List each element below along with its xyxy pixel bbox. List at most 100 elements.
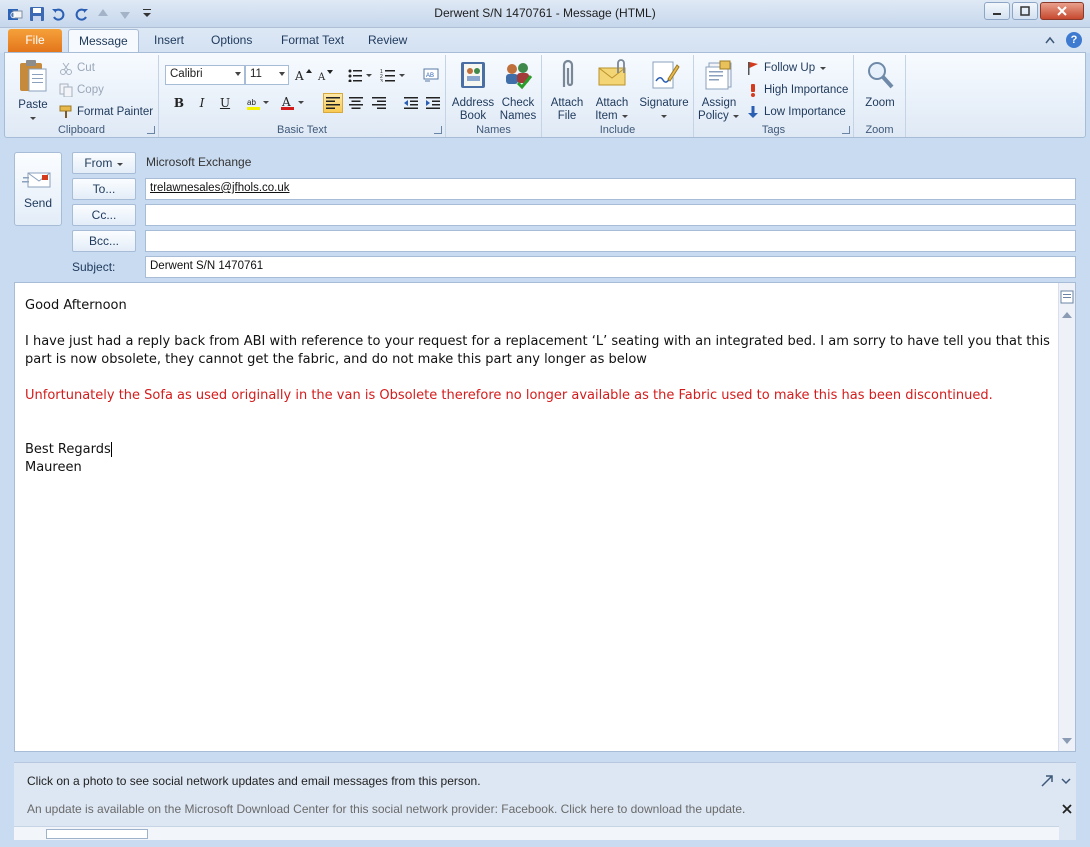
zoom-group: Zoom Zoom [854,55,906,137]
paste-button[interactable]: Paste [13,59,53,125]
decrease-indent-button[interactable] [401,93,421,113]
basic-text-dialog-launcher[interactable] [434,126,442,134]
font-color-button[interactable]: A [279,93,307,113]
collapse-ribbon-icon[interactable] [1042,32,1058,48]
follow-up-button[interactable]: Follow Up [746,59,827,77]
bullets-icon [348,69,372,82]
to-button[interactable]: To... [72,178,136,200]
address-book-button[interactable]: Address Book [450,59,496,123]
high-importance-label: High Importance [764,84,849,96]
attach-item-label-2: Item [590,110,634,123]
assign-policy-label-2-text: Policy [698,110,729,122]
align-right-button[interactable] [369,93,389,113]
tab-file[interactable]: File [8,29,62,53]
close-button[interactable] [1040,2,1084,20]
align-left-button[interactable] [323,93,343,113]
font-name-value: Calibri [170,68,203,80]
scroll-thumb[interactable] [46,829,148,839]
tab-message[interactable]: Message [68,29,139,53]
bcc-button[interactable]: Bcc... [72,230,136,252]
align-left-icon [326,97,340,109]
styles-button[interactable]: AB [421,65,441,85]
tab-insert[interactable]: Insert [144,29,194,53]
address-book-label-2: Book [459,110,487,122]
pane-chevron-down-icon[interactable] [1060,775,1072,787]
horizontal-scrollbar[interactable] [14,826,1059,840]
tags-dialog-launcher[interactable] [842,126,850,134]
expand-pane-icon[interactable] [1040,774,1054,788]
bcc-field[interactable] [145,230,1076,252]
check-names-label-2: Names [499,110,537,122]
dismiss-notification-icon[interactable] [1061,803,1073,815]
underline-button[interactable]: U [215,93,235,113]
copy-icon [59,83,73,97]
signature-button[interactable]: Signature [636,59,692,123]
scroll-down-icon[interactable] [1059,735,1075,747]
address-book-label-1: Address [451,97,495,109]
font-size-dropdown-icon[interactable] [279,72,285,79]
check-names-button[interactable]: Check Names [496,59,540,123]
grow-font-button[interactable]: A [293,65,313,85]
subject-label: Subject: [72,260,116,274]
svg-text:AB: AB [426,73,434,79]
tab-review[interactable]: Review [358,29,417,53]
font-size-box[interactable]: 11 [245,65,289,85]
tab-format-text[interactable]: Format Text [271,29,354,53]
signature-name: Maureen [25,460,82,475]
clipboard-group: Paste Cut Copy Format Painter Clipboard [5,55,159,137]
copy-button[interactable]: Copy [59,81,104,99]
message-body-text[interactable]: Good Afternoon I have just had a reply b… [25,297,1055,477]
highlight-button[interactable]: ab [245,93,271,113]
signature-icon [652,61,680,89]
help-icon[interactable]: ? [1066,32,1082,48]
ruler-toggle-icon[interactable] [1059,289,1075,305]
maximize-button[interactable] [1012,2,1038,20]
minimize-button[interactable] [984,2,1010,20]
font-name-box[interactable]: Calibri [165,65,245,85]
from-button[interactable]: From [72,152,136,174]
attach-item-button[interactable]: Attach Item [590,59,634,123]
shrink-font-button[interactable]: A [315,65,335,85]
format-painter-button[interactable]: Format Painter [59,103,153,121]
message-body[interactable]: Good Afternoon I have just had a reply b… [14,282,1076,752]
body-paragraph: I have just had a reply back from ABI wi… [25,334,1050,367]
zoom-label: Zoom [865,97,895,109]
include-group: Attach File Attach Item Signature Includ… [542,55,694,137]
to-field[interactable]: trelawnesales@jfhols.co.uk [145,178,1076,200]
assign-policy-label-2: Policy [696,110,742,123]
format-painter-label: Format Painter [77,106,154,118]
bold-button[interactable]: B [169,93,189,113]
cc-field[interactable] [145,204,1076,226]
font-dropdown-icon[interactable] [235,72,241,79]
assign-policy-label-1: Assign [701,97,737,109]
scissors-icon [60,62,72,75]
assign-policy-button[interactable]: Assign Policy [696,59,742,123]
attach-file-button[interactable]: Attach File [546,59,588,123]
scroll-up-icon[interactable] [1059,309,1075,321]
zoom-button[interactable]: Zoom [858,59,902,110]
subject-field[interactable]: Derwent S/N 1470761 [145,256,1076,278]
numbering-button[interactable]: 123 [379,65,407,85]
italic-button[interactable]: I [192,93,212,113]
svg-text:A: A [281,95,291,109]
minimize-icon [993,13,1001,15]
names-group-label: Names [476,124,511,136]
bullets-button[interactable] [347,65,373,85]
align-center-icon [349,97,363,109]
cc-button[interactable]: Cc... [72,204,136,226]
cut-button[interactable]: Cut [59,59,95,77]
text-cursor [110,442,112,457]
send-button[interactable]: Send [14,152,62,226]
svg-text:A: A [317,72,326,82]
vertical-scrollbar[interactable] [1058,283,1075,751]
low-importance-button[interactable]: Low Importance [746,103,846,121]
tab-options[interactable]: Options [201,29,262,53]
basic-text-group: Calibri 11 A A 123 AB B I U ab A Basic T… [159,55,446,137]
align-center-button[interactable] [346,93,366,113]
clipboard-dialog-launcher[interactable] [147,126,155,134]
send-label: Send [23,196,53,210]
high-importance-button[interactable]: High Importance [746,81,848,99]
low-importance-icon [748,106,758,118]
increase-indent-button[interactable] [423,93,443,113]
update-notification[interactable]: An update is available on the Microsoft … [27,802,745,816]
